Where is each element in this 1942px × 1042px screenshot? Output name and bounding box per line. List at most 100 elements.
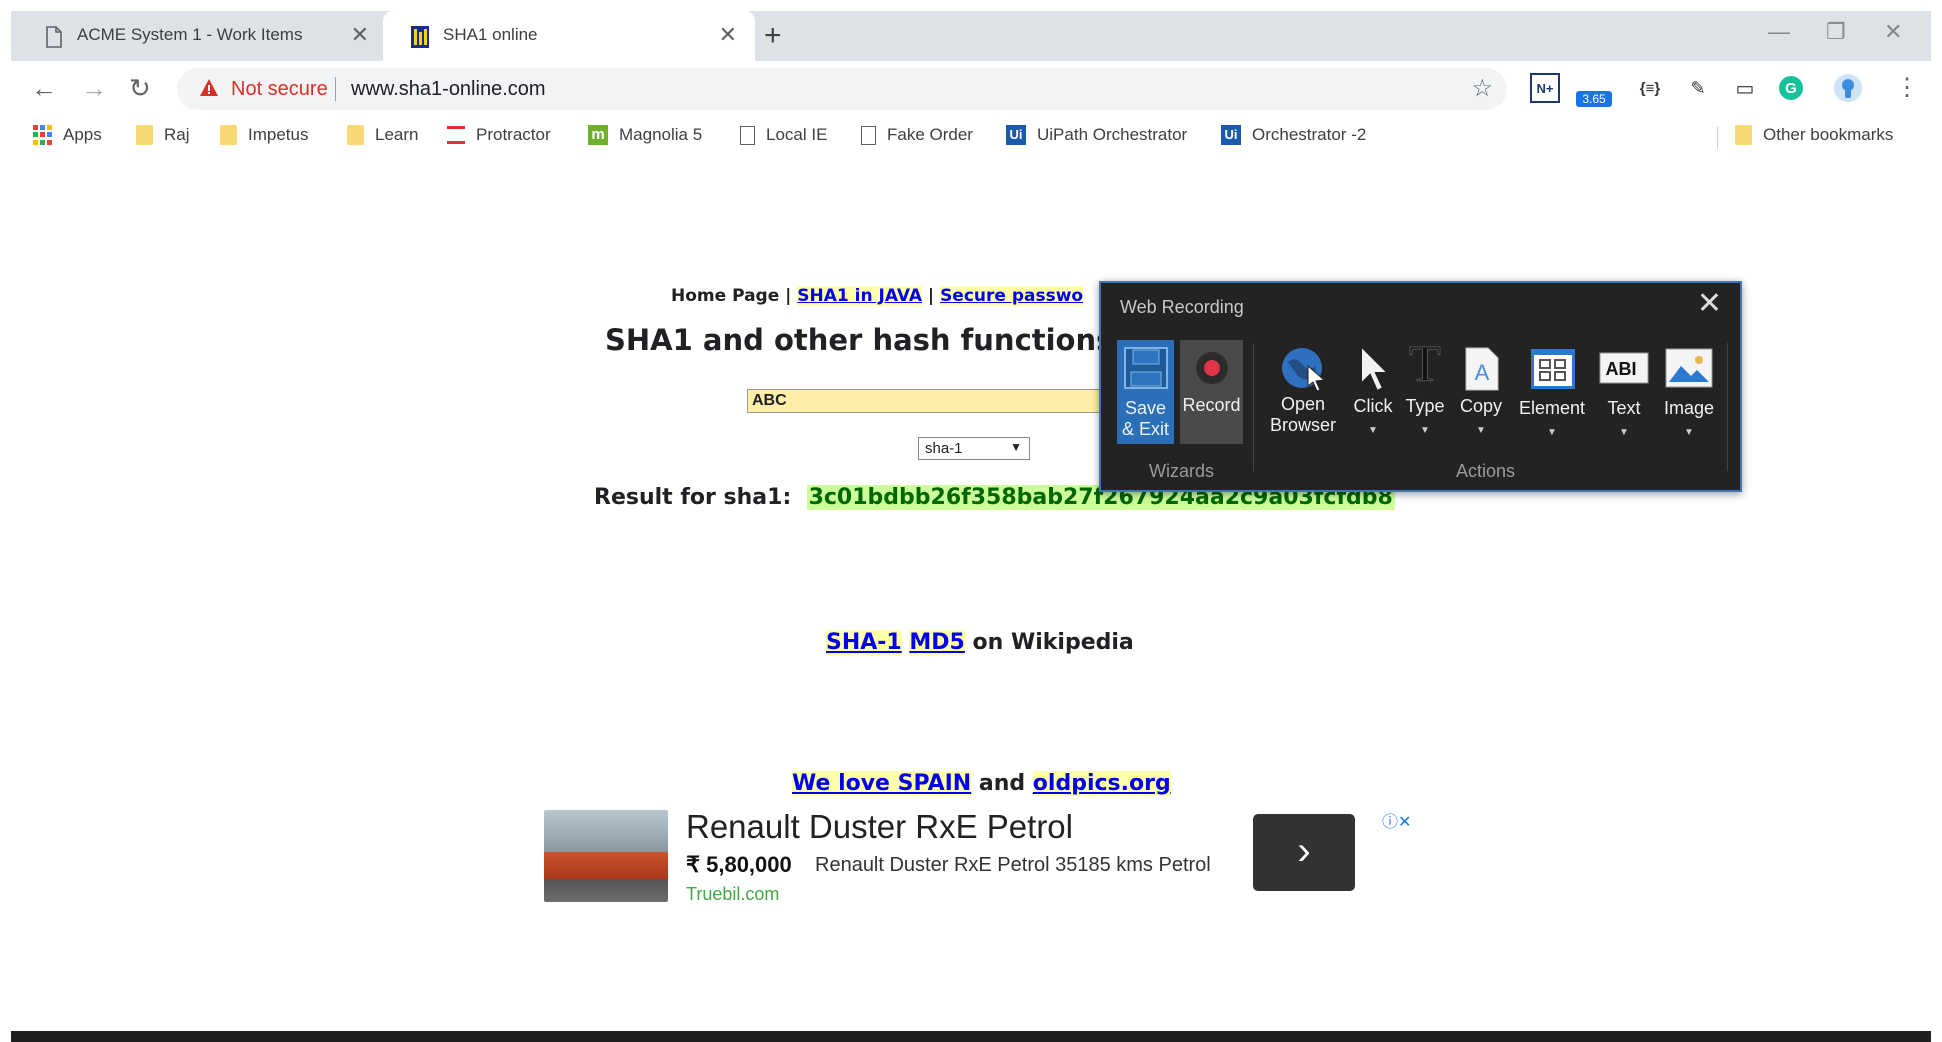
close-icon[interactable]: ✕ [351,24,369,46]
record-button[interactable]: Record [1180,340,1243,444]
restore-button[interactable]: ❐ [1826,19,1846,45]
globe-icon [1282,348,1326,392]
bookmark-label: Protractor [476,125,551,144]
algorithm-select[interactable]: sha-1 ▼ [918,437,1030,460]
text-button[interactable]: ABI Text ▼ [1595,340,1653,450]
copy-button[interactable]: A Copy ▼ [1455,340,1507,450]
wizards-group-label: Wizards [1149,461,1215,481]
page-title: SHA1 and other hash functions [605,323,1114,357]
element-button[interactable]: Element ▼ [1513,340,1591,450]
sha1-java-link[interactable]: SHA1 in JAVA [797,286,923,306]
button-label: Click [1353,396,1393,416]
page-icon [861,125,876,145]
tab-sha1-online[interactable]: SHA1 online ✕ [383,11,755,61]
user-icon [1842,79,1854,98]
bookmark-label: Apps [63,125,102,144]
bookmark-protractor[interactable]: Protractor [447,123,551,147]
bookmark-label: Local IE [766,125,828,144]
url-text[interactable]: www.sha1-online.com [351,78,546,101]
dropdown-arrow-icon: ▼ [1684,427,1694,438]
uipath-icon: Ui [1006,125,1026,145]
new-tab-button[interactable]: + [764,21,782,51]
sha1-wiki-link[interactable]: SHA-1 [826,630,902,655]
dropdown-arrow-icon: ▼ [1420,425,1430,436]
bookmark-learn[interactable]: Learn [347,123,418,147]
bookmark-raj[interactable]: Raj [136,123,190,147]
dropdown-arrow-icon: ▼ [1476,425,1486,436]
security-status[interactable]: Not secure [231,78,328,101]
ad-title[interactable]: Renault Duster RxE Petrol [686,808,1073,846]
uipath-icon: Ui [1221,125,1241,145]
reload-button[interactable]: ↻ [129,73,151,103]
wiki-suffix: on Wikipedia [964,630,1134,655]
forward-button[interactable]: → [81,73,107,103]
button-label: Type [1405,396,1445,416]
page-icon [46,26,62,48]
floppy-disk-icon [1124,347,1168,389]
close-icon[interactable]: ✕ [1697,289,1722,319]
browser-menu-button[interactable]: ⋮ [1895,73,1919,103]
oldpics-link[interactable]: oldpics.org [1032,771,1171,796]
ad-choices-icon[interactable]: ⓘ✕ [1382,808,1411,832]
cursor-icon [1360,344,1391,393]
ad-domain[interactable]: Truebil.com [686,884,779,905]
eraser-icon[interactable]: ✎ [1683,73,1713,103]
cast-icon[interactable]: ▭ [1730,73,1760,103]
open-browser-button[interactable]: Open Browser [1259,340,1347,450]
divider [1727,343,1728,471]
bookmark-local-ie[interactable]: Local IE [740,123,827,147]
magnolia-icon: m [588,125,608,145]
panel-title: Web Recording [1120,297,1244,317]
tab-acme[interactable]: ACME System 1 - Work Items ✕ [11,11,387,61]
grammarly-icon[interactable]: G [1779,76,1803,100]
chevron-right-icon[interactable]: › [1253,814,1355,891]
divider [1253,343,1254,471]
close-icon[interactable]: ✕ [719,24,737,46]
svg-text:ABI: ABI [1606,359,1637,379]
advertisement[interactable]: Renault Duster RxE Petrol ₹ 5,80,000 Ren… [531,808,1411,913]
apps-grid-icon [33,125,52,145]
minimize-button[interactable]: — [1768,19,1790,45]
tab-title: ACME System 1 - Work Items [77,25,303,44]
hash-text-input[interactable]: ABC [747,389,1127,413]
bookmark-other[interactable]: Other bookmarks [1735,123,1893,147]
n-plus-icon[interactable]: N+ [1530,73,1560,103]
bookmark-uipath-orchestrator[interactable]: Ui UiPath Orchestrator [1006,123,1187,147]
tab-strip: ACME System 1 - Work Items ✕ SHA1 online… [11,11,1931,61]
folder-icon [136,125,153,145]
address-bar[interactable]: Not secure www.sha1-online.com ☆ [177,68,1507,110]
we-love-spain-link[interactable]: We love SPAIN [792,771,972,796]
web-recording-panel: Web Recording ✕ Save & Exit Record Open … [1099,281,1742,492]
click-button[interactable]: Click ▼ [1349,340,1397,450]
md5-wiki-link[interactable]: MD5 [909,630,965,655]
json-icon[interactable]: {≡} [1635,73,1665,103]
bookmark-apps[interactable]: Apps [33,123,102,147]
ad-car-image[interactable] [544,810,668,902]
actions-group-label: Actions [1456,461,1516,481]
taskbar [11,1031,1931,1042]
algorithm-value: sha-1 [925,440,963,457]
bookmark-label: UiPath Orchestrator [1037,125,1188,144]
bookmark-orchestrator-2[interactable]: Ui Orchestrator -2 [1221,123,1366,147]
bookmark-star-icon[interactable]: ☆ [1471,74,1493,103]
folder-icon [1735,125,1752,145]
bookmark-fake-order[interactable]: Fake Order [861,123,973,147]
bookmark-label: Fake Order [887,125,973,144]
bookmark-label: Magnolia 5 [619,125,703,144]
bookmark-impetus[interactable]: Impetus [220,123,308,147]
dropdown-arrow-icon: ▼ [1619,427,1629,438]
bookmark-magnolia[interactable]: m Magnolia 5 [588,123,702,147]
home-page-link[interactable]: Home Page [671,286,779,306]
divider [335,77,336,101]
close-window-button[interactable]: ✕ [1884,19,1902,45]
save-exit-button[interactable]: Save & Exit [1117,340,1174,444]
back-button[interactable]: ← [31,73,57,103]
secure-password-link[interactable]: Secure passwo [940,286,1084,306]
image-button[interactable]: Image ▼ [1657,340,1721,450]
profile-avatar[interactable] [1834,74,1862,102]
image-icon [1665,348,1713,388]
record-icon [1196,352,1228,384]
type-button[interactable]: T Type ▼ [1401,337,1449,450]
bookmark-label: Other bookmarks [1763,125,1894,144]
speed-badge-icon[interactable]: 3.65 [1576,91,1612,107]
